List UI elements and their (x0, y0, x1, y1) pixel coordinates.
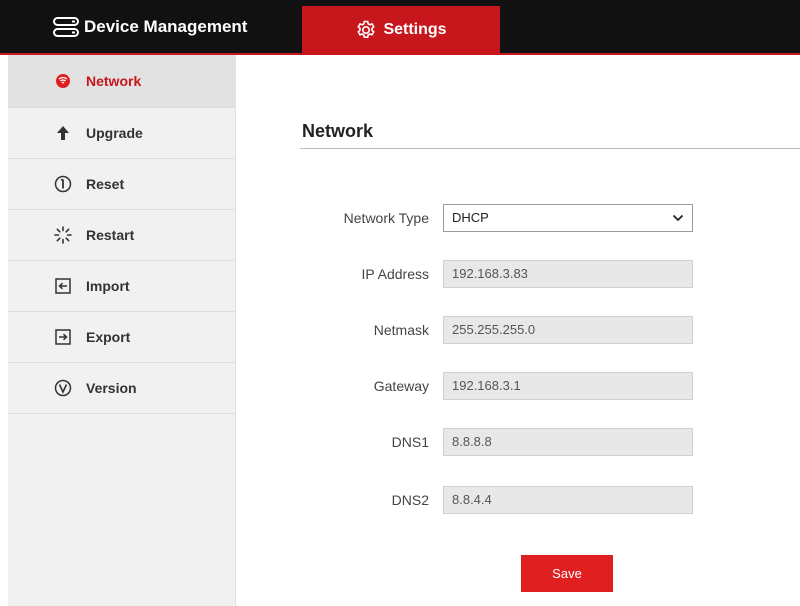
dns1-label: DNS1 (391, 434, 429, 450)
sidebar-item-restart[interactable]: Restart (8, 210, 235, 261)
sidebar-item-label: Reset (86, 176, 125, 192)
dns2-label: DNS2 (391, 492, 429, 508)
network-type-label: Network Type (343, 210, 429, 226)
title-divider (300, 148, 800, 149)
sidebar-item-import[interactable]: Import (8, 261, 235, 312)
ip-address-row: IP Address 192.168.3.83 (236, 258, 800, 290)
netmask-row: Netmask 255.255.255.0 (236, 314, 800, 346)
chevron-down-icon (672, 214, 684, 222)
sidebar-item-label: Upgrade (86, 125, 143, 141)
top-bar: Device Management Settings (0, 0, 800, 55)
page-title: Network (302, 121, 374, 141)
dns2-row: DNS2 8.8.4.4 (236, 484, 800, 516)
sidebar-item-network[interactable]: Network (8, 55, 235, 108)
reset-icon (54, 175, 72, 193)
gear-icon (355, 19, 377, 41)
tab-settings[interactable]: Settings (302, 6, 500, 53)
gateway-row: Gateway 192.168.3.1 (236, 370, 800, 402)
sidebar-item-upgrade[interactable]: Upgrade (8, 108, 235, 159)
netmask-label: Netmask (373, 322, 429, 338)
dns2-field[interactable]: 8.8.4.4 (443, 486, 693, 514)
dns1-row: DNS1 8.8.8.8 (236, 426, 800, 458)
ip-address-label: IP Address (361, 266, 429, 282)
sidebar-item-export[interactable]: Export (8, 312, 235, 363)
network-type-row: Network Type DHCP (236, 202, 800, 234)
network-type-select[interactable]: DHCP (443, 204, 693, 232)
sidebar-item-reset[interactable]: Reset (8, 159, 235, 210)
gateway-label: Gateway (373, 378, 429, 394)
brand-label: Device Management (84, 17, 248, 36)
sidebar-item-label: Import (86, 278, 130, 294)
version-icon (54, 379, 72, 397)
export-icon (54, 328, 72, 346)
main-content: Network Network Type DHCP IP Address 192… (236, 55, 800, 606)
sidebar: Network Upgrade Reset Restart Import Exp… (8, 55, 236, 606)
sidebar-item-label: Export (86, 329, 131, 345)
dns1-field[interactable]: 8.8.8.8 (443, 428, 693, 456)
gateway-field[interactable]: 192.168.3.1 (443, 372, 693, 400)
network-type-value: DHCP (452, 210, 489, 225)
sidebar-item-version[interactable]: Version (8, 363, 235, 414)
network-icon (54, 72, 72, 90)
sidebar-item-label: Version (86, 380, 137, 396)
save-button[interactable]: Save (521, 555, 613, 592)
ip-address-field[interactable]: 192.168.3.83 (443, 260, 693, 288)
arrow-up-icon (54, 124, 72, 142)
brand[interactable]: Device Management (52, 12, 247, 42)
server-icon (52, 16, 80, 38)
sidebar-item-label: Network (86, 73, 142, 89)
netmask-field[interactable]: 255.255.255.0 (443, 316, 693, 344)
spinner-icon (54, 226, 72, 244)
sidebar-item-label: Restart (86, 227, 135, 243)
import-icon (54, 277, 72, 295)
tab-settings-label: Settings (383, 20, 447, 38)
